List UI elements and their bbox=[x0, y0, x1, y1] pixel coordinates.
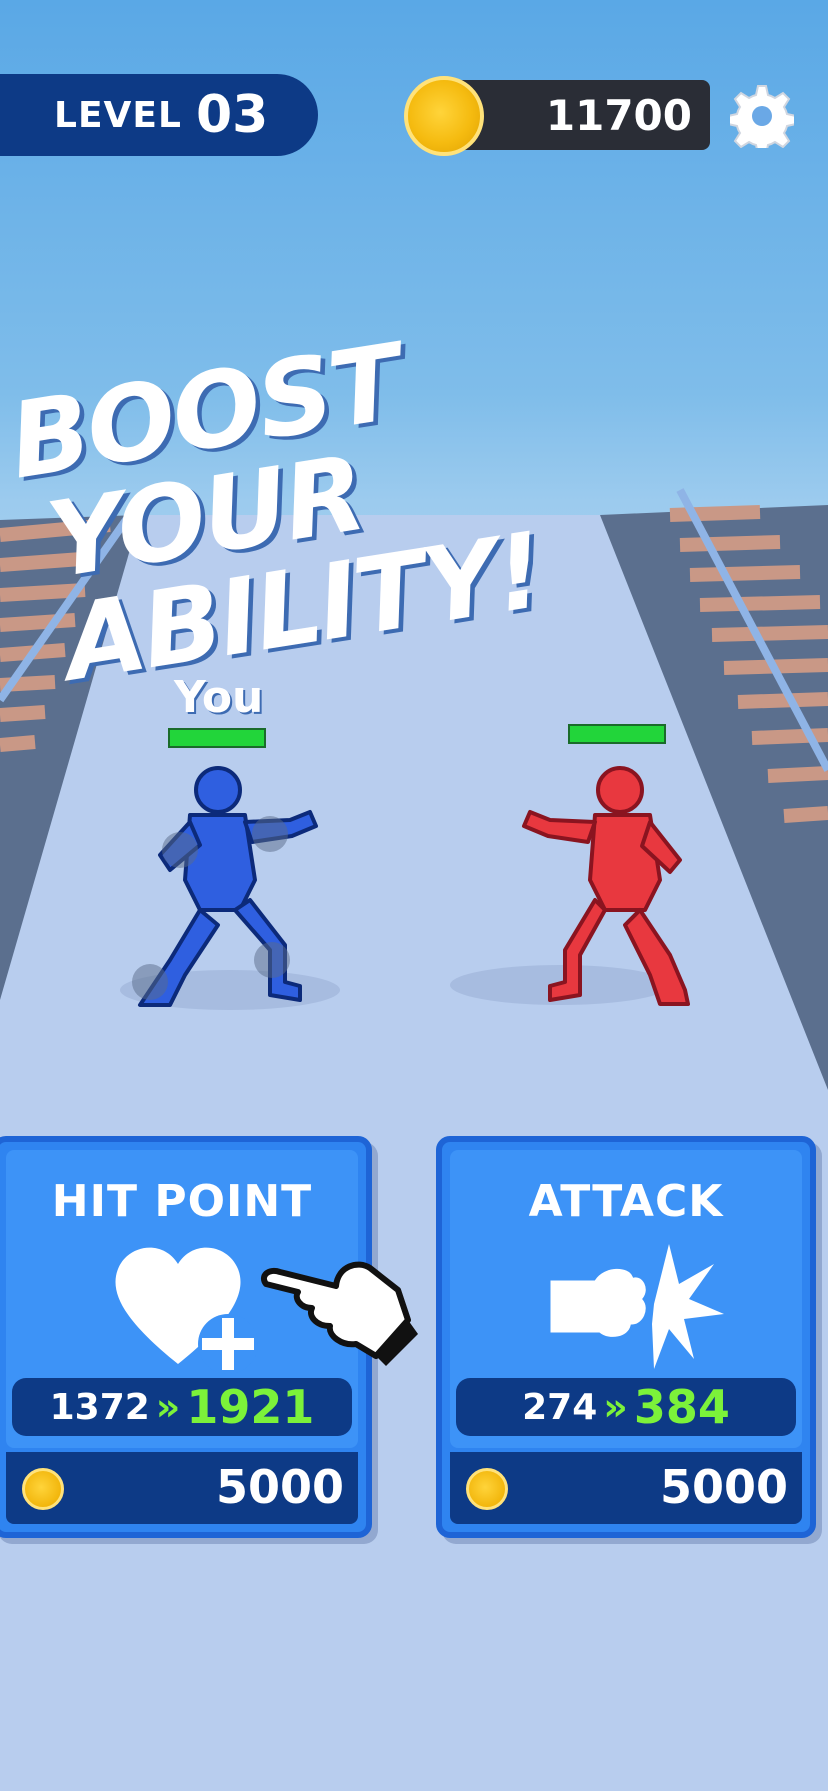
coin-icon bbox=[466, 1468, 508, 1510]
enemy-fighter bbox=[522, 766, 690, 1006]
card-title: ATTACK bbox=[528, 1176, 724, 1227]
enemy-health-bar bbox=[568, 724, 666, 744]
stat-upgrade-preview: 274 » 384 bbox=[456, 1378, 796, 1436]
player-fighter bbox=[132, 766, 318, 1007]
pointing-hand-icon bbox=[261, 1261, 418, 1366]
stat-arrow: » bbox=[155, 1385, 181, 1429]
stat-next: 384 bbox=[633, 1380, 730, 1434]
gear-icon[interactable] bbox=[730, 84, 794, 148]
heart-plus-icon bbox=[115, 1247, 258, 1374]
stat-current: 274 bbox=[522, 1386, 598, 1428]
coin-icon bbox=[404, 76, 484, 156]
top-hud: LEVEL 03 11700 bbox=[0, 74, 828, 160]
level-indicator: LEVEL 03 bbox=[0, 74, 318, 156]
player-health-bar bbox=[168, 728, 266, 748]
price-footer: 5000 bbox=[6, 1452, 358, 1524]
upgrade-card-attack[interactable]: ATTACK 274 » 384 5000 bbox=[436, 1136, 816, 1538]
stat-arrow: » bbox=[603, 1385, 628, 1429]
coin-icon bbox=[22, 1468, 64, 1510]
level-label: LEVEL bbox=[54, 94, 182, 136]
stat-current: 1372 bbox=[49, 1386, 150, 1428]
stat-upgrade-preview: 1372 » 1921 bbox=[12, 1378, 352, 1436]
coin-count: 11700 bbox=[545, 90, 692, 140]
level-number: 03 bbox=[195, 85, 269, 145]
price-footer: 5000 bbox=[450, 1452, 802, 1524]
upgrade-price: 5000 bbox=[215, 1460, 344, 1514]
player-label: You bbox=[174, 672, 264, 723]
fist-punch-icon bbox=[547, 1244, 724, 1369]
stat-next: 1921 bbox=[186, 1380, 315, 1434]
upgrade-price: 5000 bbox=[659, 1460, 788, 1514]
card-title: HIT POINT bbox=[51, 1176, 313, 1227]
